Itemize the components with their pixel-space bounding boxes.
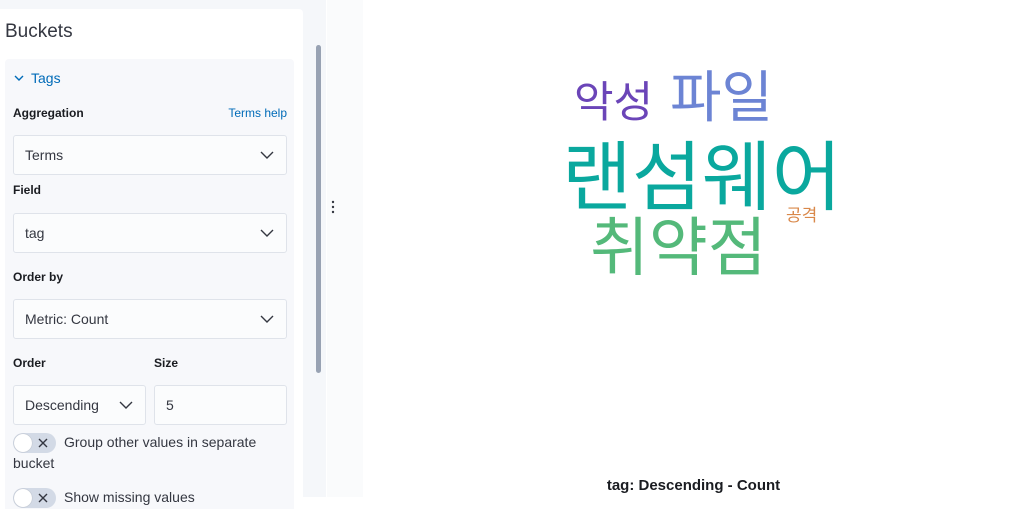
tag-cloud-word[interactable]: 취약점: [590, 217, 767, 281]
show-missing-toggle-row: Show missing values: [13, 487, 287, 509]
order-value: Descending: [25, 397, 99, 413]
group-other-toggle-row: Group other values in separate bucket: [13, 432, 287, 473]
close-icon: [38, 438, 48, 448]
field-select[interactable]: tag: [13, 213, 287, 253]
order-by-value: Metric: Count: [25, 311, 109, 327]
size-label: Size: [154, 356, 179, 370]
order-label: Order: [13, 356, 46, 370]
panel-resize-handle[interactable]: [327, 0, 363, 497]
size-value: 5: [166, 397, 174, 413]
size-input[interactable]: 5: [154, 385, 287, 425]
switch-knob: [14, 434, 32, 453]
chevron-down-icon: [260, 229, 274, 237]
buckets-title: Buckets: [5, 21, 73, 42]
show-missing-switch[interactable]: [13, 488, 56, 509]
close-icon: [38, 493, 48, 503]
sidebar-scrollbar[interactable]: [316, 45, 321, 373]
visualization-caption: tag: Descending - Count: [606, 477, 781, 494]
chevron-down-icon: [260, 151, 274, 159]
bucket-accordion: Tags Aggregation Terms help Terms Field …: [5, 59, 294, 509]
terms-help-link[interactable]: Terms help: [228, 106, 287, 120]
order-select[interactable]: Descending: [13, 385, 146, 425]
chevron-down-icon: [119, 401, 133, 409]
order-by-select[interactable]: Metric: Count: [13, 299, 287, 339]
buckets-panel: Buckets Tags Aggregation Terms help Term…: [0, 9, 303, 509]
drag-handle-icon: [331, 200, 335, 214]
field-label: Field: [13, 183, 42, 197]
bucket-toggle-button[interactable]: Tags: [13, 69, 61, 87]
order-by-label: Order by: [13, 270, 64, 284]
tag-cloud-canvas: 랜섬웨어 파일 취약점 악성 공격 tag: Descending - Coun…: [363, 0, 1024, 497]
tag-cloud-word[interactable]: 공격: [786, 208, 817, 225]
aggregation-label: Aggregation: [13, 106, 84, 120]
tag-cloud-word[interactable]: 파일: [670, 71, 773, 127]
aggregation-value: Terms: [25, 147, 64, 163]
tag-cloud-word[interactable]: 악성: [574, 82, 653, 125]
aggregation-select[interactable]: Terms: [13, 135, 287, 175]
group-other-switch[interactable]: [13, 433, 56, 454]
bucket-toggle-label: Tags: [31, 70, 61, 86]
chevron-down-icon: [260, 315, 274, 323]
field-value: tag: [25, 225, 45, 241]
switch-knob: [14, 489, 32, 508]
chevron-down-icon: [14, 75, 24, 81]
show-missing-label: Show missing values: [64, 489, 195, 505]
tag-cloud-word[interactable]: 랜섬웨어: [562, 140, 842, 216]
